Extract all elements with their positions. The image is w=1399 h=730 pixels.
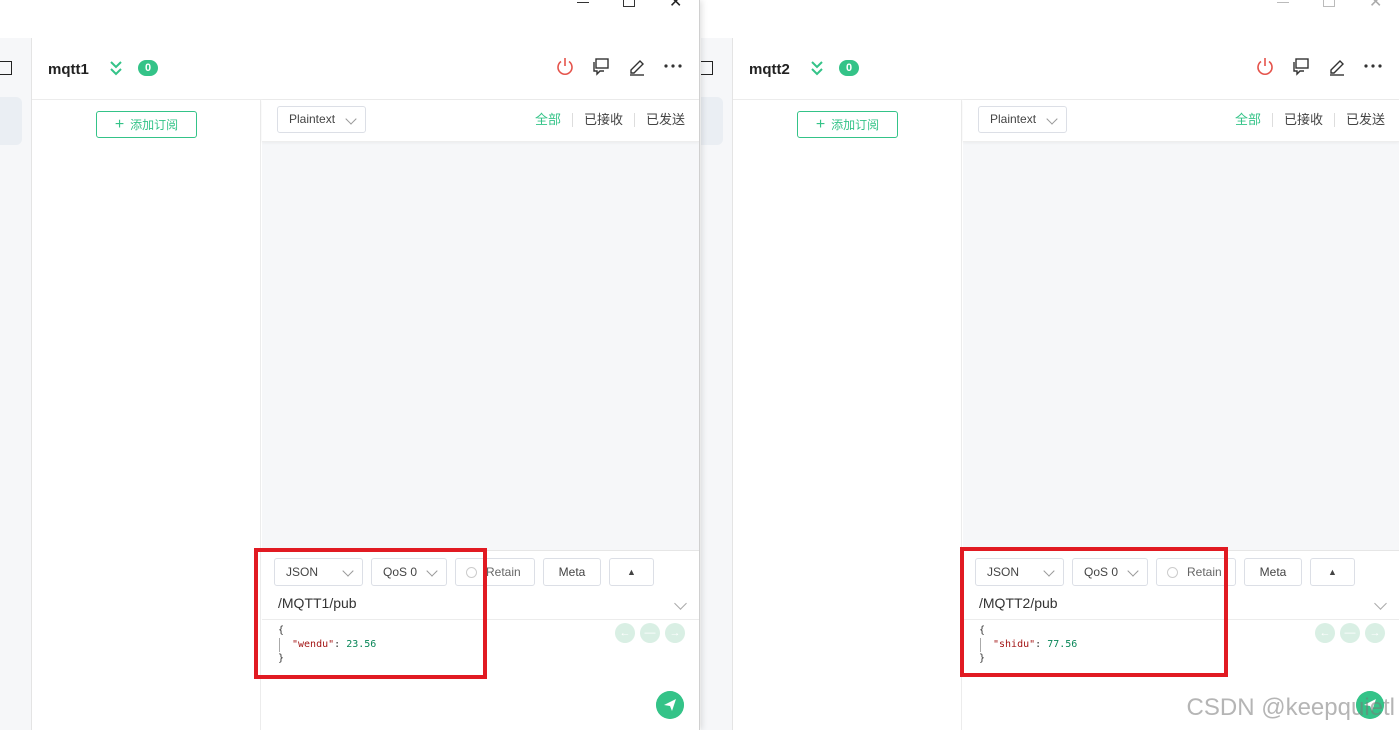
chevron-down-icon bbox=[345, 113, 357, 125]
power-icon[interactable] bbox=[1255, 56, 1275, 76]
message-count-badge: 0 bbox=[839, 60, 859, 76]
window-controls: ✕ bbox=[577, 0, 682, 11]
send-icon[interactable] bbox=[656, 691, 684, 719]
connection-name: mqtt2 bbox=[749, 61, 790, 78]
message-toolbar: Plaintext 全部 已接收 已发送 bbox=[963, 100, 1399, 142]
message-filter-tabs: 全部 已接收 已发送 bbox=[524, 113, 685, 127]
maximize-icon[interactable] bbox=[623, 0, 635, 7]
chevron-double-down-icon[interactable] bbox=[810, 59, 824, 77]
minimize-icon[interactable] bbox=[1277, 0, 1289, 3]
arrow-right-icon[interactable]: → bbox=[1365, 623, 1385, 643]
meta-button[interactable]: Meta bbox=[1244, 558, 1302, 586]
plus-icon: + bbox=[114, 115, 125, 133]
meta-label: Meta bbox=[558, 565, 586, 579]
arrow-left-icon[interactable]: ← bbox=[615, 623, 635, 643]
power-icon[interactable] bbox=[555, 56, 575, 76]
caret-up-icon: ▲ bbox=[1328, 567, 1337, 577]
selected-connection-indicator[interactable] bbox=[701, 97, 723, 145]
add-subscription-label: 添加订阅 bbox=[130, 118, 179, 132]
retain-label: Retain bbox=[486, 565, 521, 579]
window-controls: ✕ bbox=[1277, 0, 1382, 11]
panel-icon[interactable] bbox=[0, 61, 12, 75]
left-sidebar bbox=[0, 38, 32, 730]
mqtt1-window: ✕ mqtt1 0 + 添加订阅 Plaintext 全部 已接收 已发送 JS… bbox=[0, 0, 700, 730]
highlight-box bbox=[960, 547, 1228, 677]
message-list: Plaintext 全部 已接收 已发送 bbox=[262, 100, 699, 550]
connection-header: mqtt2 0 bbox=[733, 38, 1399, 100]
plus-icon: + bbox=[815, 115, 826, 133]
payload-format-value: Plaintext bbox=[289, 112, 336, 126]
maximize-icon[interactable] bbox=[1323, 0, 1335, 7]
close-icon[interactable]: ✕ bbox=[669, 0, 682, 11]
collapse-button[interactable]: ▲ bbox=[1310, 558, 1355, 586]
collapse-button[interactable]: ▲ bbox=[609, 558, 654, 586]
chat-icon[interactable] bbox=[1291, 56, 1311, 76]
watermark-text: CSDN @keepquietl bbox=[1186, 694, 1395, 721]
highlight-box bbox=[254, 548, 487, 679]
filter-sent[interactable]: 已发送 bbox=[633, 113, 685, 127]
chat-icon[interactable] bbox=[591, 56, 611, 76]
payload-format-select[interactable]: Plaintext bbox=[978, 106, 1067, 133]
mqtt2-window: ✕ mqtt2 0 + 添加订阅 Plaintext 全部 已接收 已发送 JS… bbox=[701, 0, 1399, 730]
more-icon[interactable] bbox=[663, 56, 683, 76]
payload-format-select[interactable]: Plaintext bbox=[277, 106, 366, 133]
connection-name: mqtt1 bbox=[48, 61, 89, 78]
subscription-list: + 添加订阅 bbox=[733, 100, 962, 730]
filter-received[interactable]: 已接收 bbox=[1271, 113, 1334, 127]
meta-label: Meta bbox=[1259, 565, 1287, 579]
topic-history-chevron-icon[interactable] bbox=[1374, 597, 1387, 610]
selected-connection-indicator[interactable] bbox=[0, 97, 22, 145]
connection-header: mqtt1 0 bbox=[32, 38, 699, 100]
filter-all[interactable]: 全部 bbox=[1224, 113, 1272, 127]
chevron-double-down-icon[interactable] bbox=[109, 59, 123, 77]
arrow-left-icon[interactable]: ← bbox=[1315, 623, 1335, 643]
payload-history-nav: ← — → bbox=[615, 623, 685, 643]
more-icon[interactable] bbox=[1363, 56, 1383, 76]
minus-icon[interactable]: — bbox=[1340, 623, 1360, 643]
subscription-list: + 添加订阅 bbox=[32, 100, 261, 730]
minus-icon[interactable]: — bbox=[640, 623, 660, 643]
payload-format-value: Plaintext bbox=[990, 112, 1037, 126]
message-count-badge: 0 bbox=[138, 60, 158, 76]
message-list: Plaintext 全部 已接收 已发送 bbox=[963, 100, 1399, 550]
arrow-right-icon[interactable]: → bbox=[665, 623, 685, 643]
add-subscription-button[interactable]: + 添加订阅 bbox=[96, 111, 197, 138]
filter-sent[interactable]: 已发送 bbox=[1333, 113, 1385, 127]
message-toolbar: Plaintext 全部 已接收 已发送 bbox=[262, 100, 699, 142]
filter-all[interactable]: 全部 bbox=[524, 113, 572, 127]
payload-history-nav: ← — → bbox=[1315, 623, 1385, 643]
message-filter-tabs: 全部 已接收 已发送 bbox=[1224, 113, 1385, 127]
filter-received[interactable]: 已接收 bbox=[571, 113, 634, 127]
add-subscription-label: 添加订阅 bbox=[831, 118, 880, 132]
minimize-icon[interactable] bbox=[577, 0, 589, 3]
chevron-down-icon bbox=[1046, 113, 1058, 125]
left-sidebar bbox=[701, 38, 733, 730]
topic-history-chevron-icon[interactable] bbox=[674, 597, 687, 610]
edit-icon[interactable] bbox=[627, 56, 647, 76]
meta-button[interactable]: Meta bbox=[543, 558, 601, 586]
panel-icon[interactable] bbox=[701, 61, 713, 75]
caret-up-icon: ▲ bbox=[627, 567, 636, 577]
add-subscription-button[interactable]: + 添加订阅 bbox=[797, 111, 898, 138]
edit-icon[interactable] bbox=[1327, 56, 1347, 76]
close-icon[interactable]: ✕ bbox=[1369, 0, 1382, 11]
